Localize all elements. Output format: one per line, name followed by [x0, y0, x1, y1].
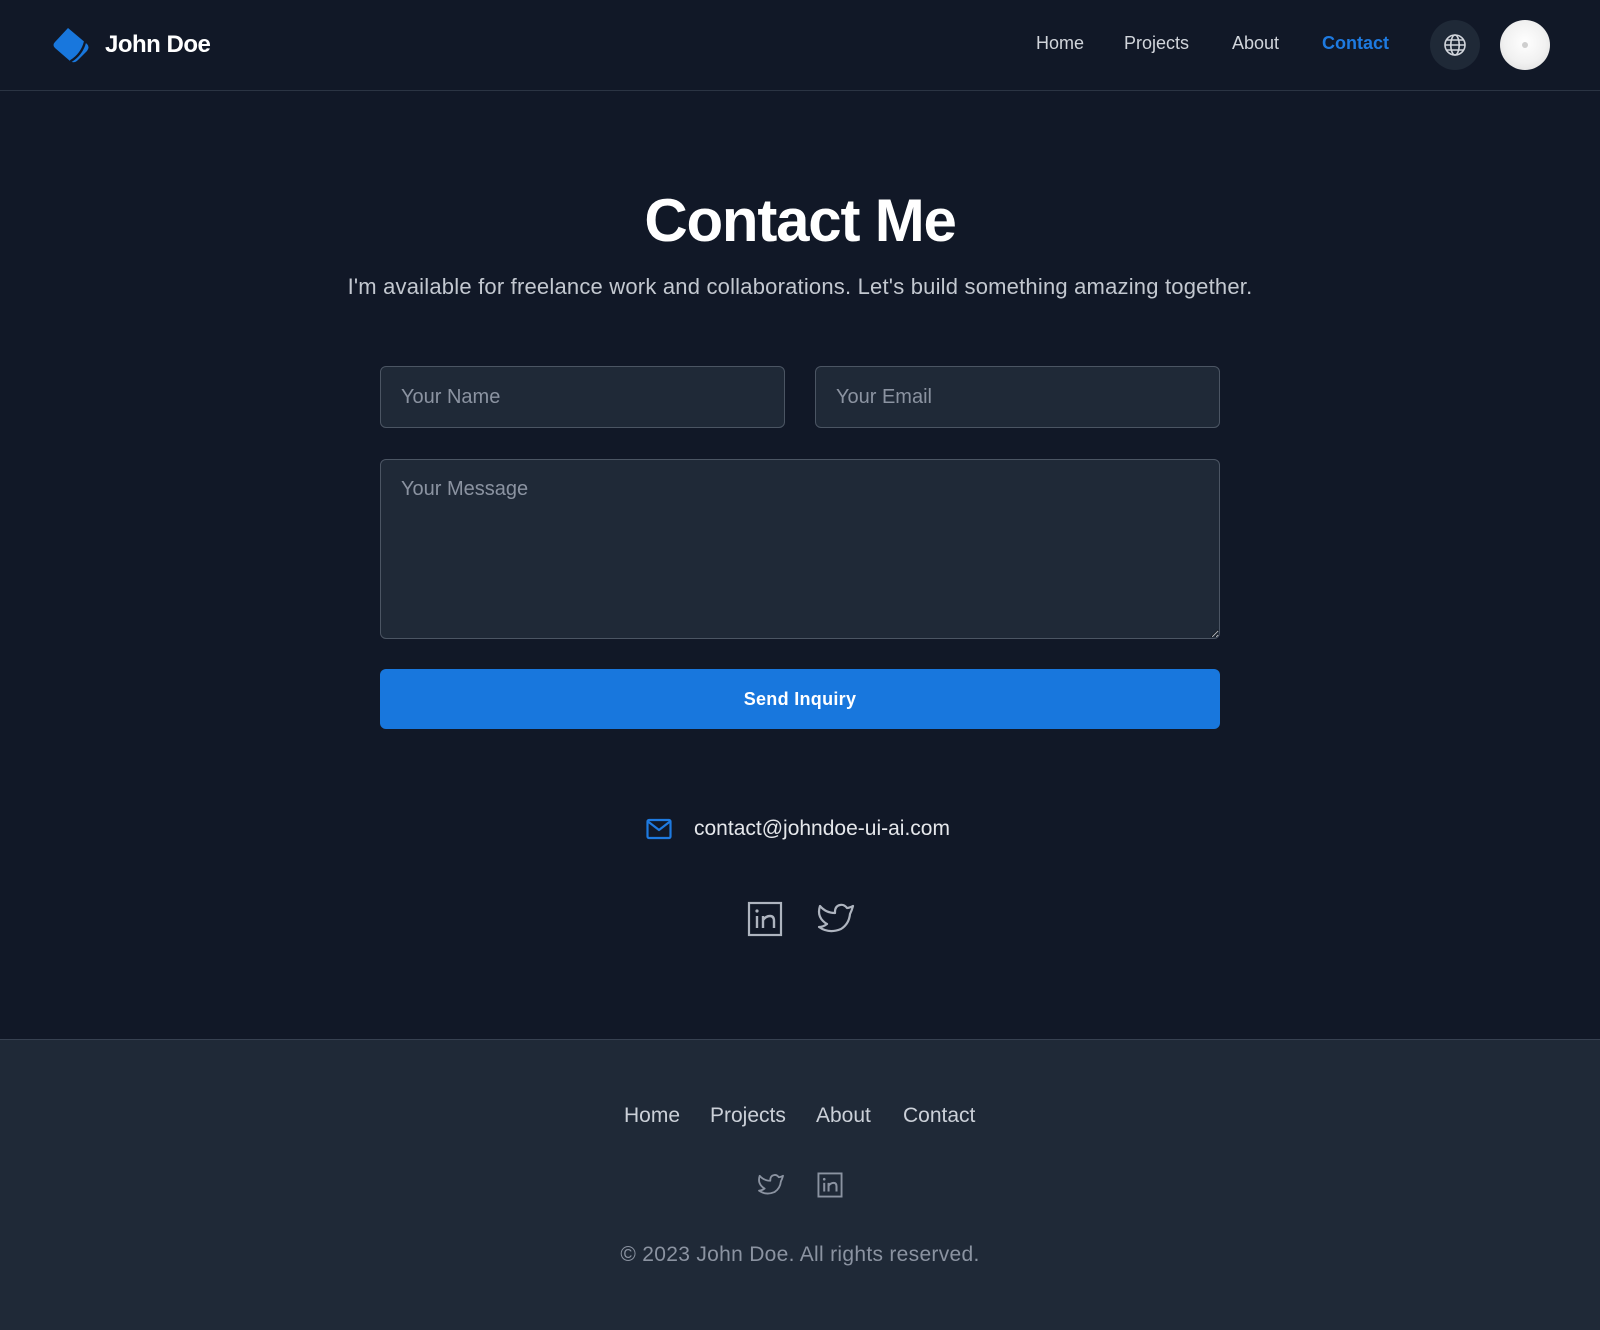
nav-contact[interactable]: Contact [1322, 33, 1389, 54]
name-input[interactable] [380, 366, 785, 428]
email-input[interactable] [815, 366, 1220, 428]
footer-nav-about[interactable]: About [816, 1104, 871, 1128]
email-link[interactable]: contact@johndoe-ui-ai.com [694, 817, 950, 841]
message-textarea[interactable] [380, 459, 1220, 639]
twitter-icon [817, 903, 855, 933]
footer-twitter-link[interactable] [757, 1171, 785, 1199]
site-header: John Doe Home Projects About Contact [0, 0, 1600, 91]
user-avatar[interactable] [1500, 20, 1550, 70]
footer-nav-projects[interactable]: Projects [710, 1104, 786, 1128]
globe-icon [1444, 34, 1466, 56]
copyright-text: © 2023 John Doe. All rights reserved. [620, 1243, 980, 1266]
nav-projects[interactable]: Projects [1124, 33, 1189, 54]
footer-nav-contact[interactable]: Contact [903, 1104, 975, 1128]
linkedin-link[interactable] [745, 899, 785, 939]
droplet-logo-icon [53, 28, 89, 63]
twitter-link[interactable] [816, 899, 856, 939]
twitter-icon [758, 1174, 784, 1195]
site-footer: Home Projects About Contact © 2023 John … [0, 1039, 1600, 1330]
mail-icon [646, 818, 672, 840]
footer-nav-home[interactable]: Home [624, 1104, 680, 1128]
footer-linkedin-link[interactable] [816, 1171, 844, 1199]
brand-name: John Doe [105, 31, 211, 58]
page-title: Contact Me [644, 187, 957, 254]
nav-about[interactable]: About [1232, 33, 1279, 54]
nav-home[interactable]: Home [1036, 33, 1084, 54]
brand-home-link[interactable]: John Doe [52, 26, 211, 64]
language-button[interactable] [1430, 20, 1480, 70]
linkedin-icon [747, 901, 783, 937]
send-inquiry-button[interactable]: Send Inquiry [380, 669, 1220, 729]
email-contact: contact@johndoe-ui-ai.com [646, 814, 950, 844]
page-subtitle: I'm available for freelance work and col… [347, 274, 1253, 299]
linkedin-icon [817, 1172, 843, 1198]
